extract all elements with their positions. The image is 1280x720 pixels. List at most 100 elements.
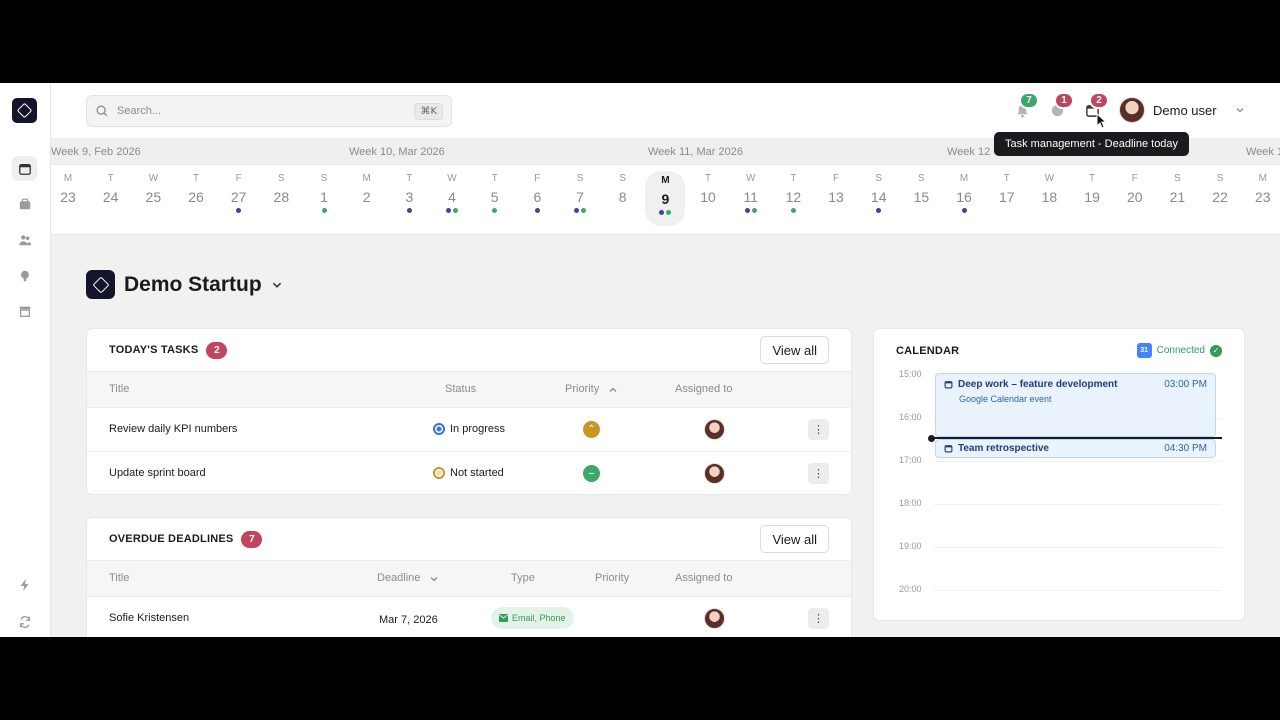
day-of-week-label: M — [1258, 173, 1267, 184]
week-label: Week 12 — [947, 146, 991, 158]
day-cell[interactable]: S 22 — [1205, 173, 1235, 214]
table-row[interactable]: Sofie Kristensen Mar 7, 2026 Email, Phon… — [87, 597, 851, 637]
event-dots — [309, 208, 339, 214]
event-dots — [1034, 208, 1064, 214]
event-dot — [492, 208, 498, 213]
user-menu[interactable]: Demo user — [1119, 97, 1245, 123]
day-cell[interactable]: F 13 — [821, 173, 851, 214]
more-options-icon[interactable]: ⋮ — [808, 463, 829, 484]
day-cell[interactable]: T 19 — [1077, 173, 1107, 214]
day-cell[interactable]: T 10 — [693, 173, 723, 214]
bell-icon[interactable]: 7 — [1012, 92, 1039, 120]
calendar-event[interactable]: Team retrospective 04:30 PM — [935, 439, 1216, 458]
day-cell[interactable]: F 20 — [1120, 173, 1150, 214]
mail-icon — [499, 614, 508, 622]
column-header-assigned[interactable]: Assigned to — [675, 383, 732, 395]
store-icon[interactable] — [12, 298, 37, 323]
column-header-status[interactable]: Status — [445, 383, 476, 395]
day-cell[interactable]: M 23 — [53, 173, 83, 214]
day-cell[interactable]: W 25 — [138, 173, 168, 214]
day-cell[interactable]: S1 — [309, 173, 339, 214]
users-icon[interactable] — [12, 227, 37, 252]
app-logo[interactable] — [12, 98, 37, 123]
event-dots — [138, 208, 168, 214]
chat-icon[interactable]: 1 — [1047, 92, 1074, 120]
view-all-button[interactable]: View all — [760, 525, 829, 553]
calendar-connection-status[interactable]: 31 Connected ✓ — [1136, 343, 1222, 358]
day-cell[interactable]: W 11 — [736, 173, 766, 214]
event-dots — [181, 208, 211, 214]
day-cell[interactable]: W4 — [437, 173, 467, 214]
user-avatar — [1119, 97, 1145, 123]
day-cell[interactable]: M 16 — [949, 173, 979, 214]
workspace-switcher[interactable]: Demo Startup — [86, 270, 283, 299]
status-cell[interactable]: Not started — [433, 467, 504, 479]
day-number-label: 11 — [743, 189, 758, 205]
day-cell[interactable]: T 17 — [992, 173, 1022, 214]
day-cell[interactable]: T 24 — [96, 173, 126, 214]
day-cell[interactable]: F 27 — [224, 173, 254, 214]
lightbulb-icon[interactable] — [12, 263, 37, 288]
sort-descending-icon[interactable] — [429, 574, 439, 584]
status-cell[interactable]: In progress — [433, 423, 505, 435]
event-dot — [744, 208, 750, 213]
day-of-week-label: T — [192, 173, 200, 184]
card-title: TODAY'S TASKS — [109, 344, 199, 356]
day-cell[interactable]: T5 — [480, 173, 510, 214]
task-title[interactable]: Update sprint board — [109, 467, 206, 479]
day-cell[interactable]: S 14 — [864, 173, 894, 214]
day-cell[interactable]: S8 — [608, 173, 638, 214]
day-cell[interactable]: T 26 — [181, 173, 211, 214]
column-header-priority[interactable]: Priority — [565, 383, 599, 395]
more-options-icon[interactable]: ⋮ — [808, 419, 829, 440]
table-row[interactable]: Review daily KPI numbers In progress ⌃ ⋮ — [87, 408, 851, 452]
hour-label: 16:00 — [899, 412, 922, 422]
view-all-button[interactable]: View all — [760, 336, 829, 364]
column-header-type[interactable]: Type — [511, 572, 535, 584]
day-cell[interactable]: W 18 — [1034, 173, 1064, 214]
task-title[interactable]: Review daily KPI numbers — [109, 423, 237, 435]
search-input[interactable] — [117, 105, 415, 117]
priority-high-icon[interactable]: ⌃ — [583, 421, 600, 438]
assignee-avatar[interactable] — [704, 608, 725, 629]
briefcase-icon[interactable] — [12, 191, 37, 216]
assignee-avatar[interactable] — [704, 419, 725, 440]
status-not-started-icon — [433, 467, 445, 479]
column-header-title[interactable]: Title — [109, 572, 129, 584]
column-header-deadline[interactable]: Deadline — [377, 572, 420, 584]
day-cell[interactable]: F6 — [522, 173, 552, 214]
event-dot — [236, 208, 242, 213]
search-box[interactable]: ⌘K — [86, 95, 452, 127]
bolt-icon[interactable] — [12, 572, 37, 597]
day-of-week-label: W — [745, 173, 756, 184]
day-number-label: 8 — [618, 189, 627, 205]
event-dots — [821, 208, 851, 214]
contact-type-chip: Email, Phone — [491, 607, 574, 629]
calendar-event[interactable]: Deep work – feature development 03:00 PM… — [935, 373, 1216, 437]
column-header-title[interactable]: Title — [109, 383, 129, 395]
table-row[interactable]: Update sprint board Not started – ⋮ — [87, 452, 851, 494]
column-header-assigned[interactable]: Assigned to — [675, 572, 732, 584]
day-cell[interactable]: S 15 — [906, 173, 936, 214]
more-options-icon[interactable]: ⋮ — [808, 608, 829, 629]
event-dot — [574, 208, 580, 213]
sort-ascending-icon[interactable] — [608, 385, 618, 395]
day-cell[interactable]: M2 — [352, 173, 382, 214]
calendar-icon[interactable] — [12, 156, 37, 181]
day-cell[interactable]: S 28 — [266, 173, 296, 214]
day-cell[interactable]: T3 — [394, 173, 424, 214]
column-header-priority[interactable]: Priority — [595, 572, 629, 584]
event-title: Deep work – feature development — [958, 379, 1118, 390]
day-cell[interactable]: T 12 — [778, 173, 808, 214]
day-cell-today[interactable]: M9 — [645, 171, 686, 226]
day-strip: M 23 T 24 W 25 T 26 F 27 S 28 S 1 M 2 T 3 W 4 T 5 F 6 S 7 S 8 M 9 T 10 W… — [51, 165, 1280, 235]
deadline-title[interactable]: Sofie Kristensen — [109, 612, 189, 624]
sync-icon[interactable] — [12, 609, 37, 634]
day-cell[interactable]: S7 — [565, 173, 595, 214]
priority-medium-icon[interactable]: – — [583, 465, 600, 482]
day-cell[interactable]: S 21 — [1162, 173, 1192, 214]
day-number-label: 6 — [533, 189, 542, 205]
day-cell[interactable]: M 23 — [1248, 173, 1278, 214]
assignee-avatar[interactable] — [704, 463, 725, 484]
tooltip: Task management - Deadline today — [994, 132, 1190, 156]
